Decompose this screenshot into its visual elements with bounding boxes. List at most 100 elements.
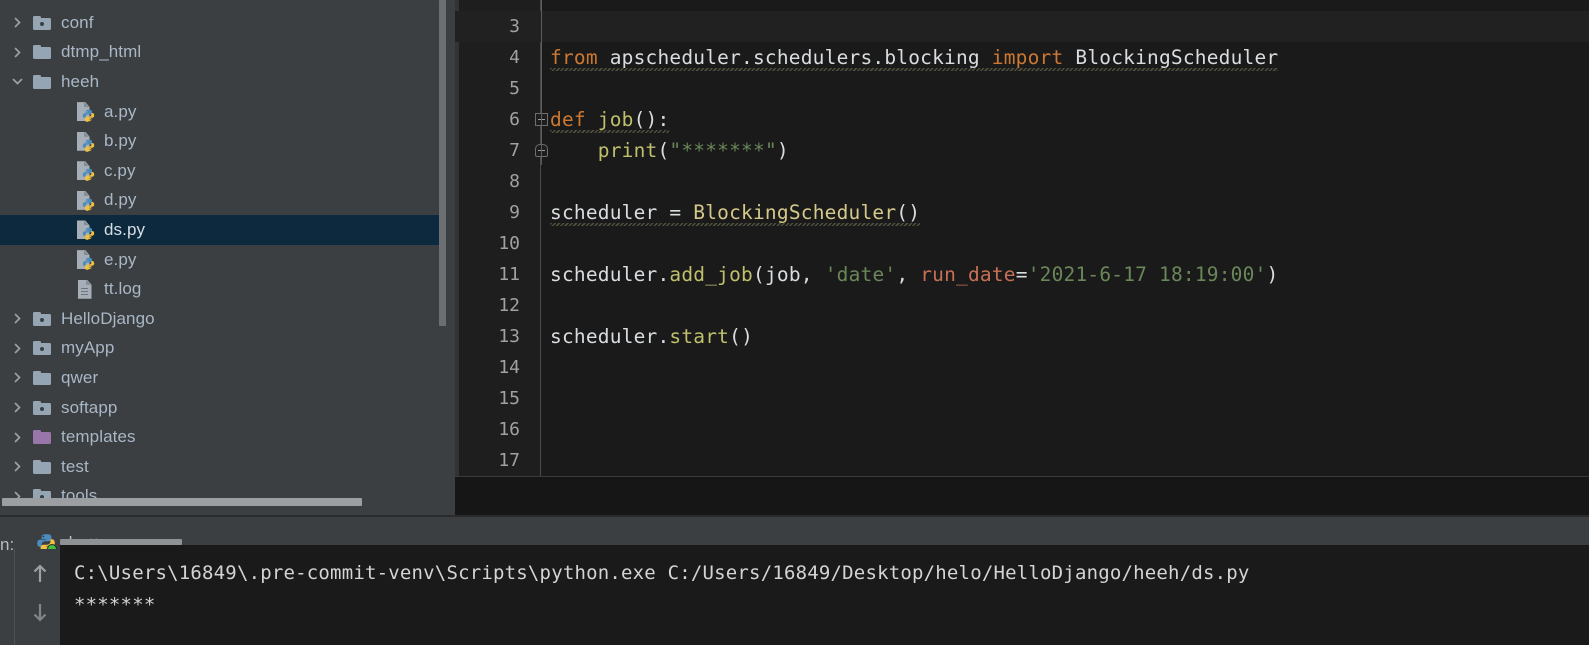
tree-item-icon (30, 74, 54, 89)
code-line-10[interactable]: 10 (455, 228, 1589, 259)
code-token: ) (776, 139, 789, 162)
tree-toggle[interactable] (4, 16, 30, 29)
tree-toggle[interactable] (4, 371, 30, 384)
code-line-17[interactable]: 17 (455, 445, 1589, 476)
code-line-3[interactable]: 3 (455, 11, 1589, 42)
tree-item-tools[interactable]: tools (0, 482, 455, 512)
tree-toggle[interactable] (4, 431, 30, 444)
python-file-icon (76, 220, 94, 241)
code-token: run_date (920, 263, 1016, 286)
code-token: () (729, 325, 754, 348)
tree-item-tt-log[interactable]: tt.log (0, 274, 455, 304)
scroll-up-icon[interactable] (28, 561, 52, 587)
code-line-16[interactable]: 16 (455, 414, 1589, 445)
tree-item-label: heeh (61, 71, 100, 91)
code-line-7[interactable]: 7 print("*******") (455, 135, 1589, 166)
code-line-4[interactable]: 4 from apscheduler.schedulers.blocking im… (455, 42, 1589, 73)
run-toolbar-separator (14, 549, 15, 645)
chevron-right-icon (14, 17, 21, 28)
folder-icon-templates (33, 430, 51, 445)
chevron-right-icon (14, 343, 21, 354)
sidebar-horizontal-scrollbar[interactable] (2, 498, 362, 506)
code-token: job (597, 108, 634, 131)
line-number: 15 (498, 388, 520, 409)
code-token: ) (1266, 263, 1279, 286)
inspection-squiggle (550, 68, 1279, 71)
line-number: 13 (498, 326, 520, 347)
code-token: = (669, 201, 694, 224)
chevron-right-icon (14, 47, 21, 58)
tree-toggle[interactable] (4, 401, 30, 414)
tree-item-d-py[interactable]: d.py (0, 186, 455, 216)
code-line-13[interactable]: 13 scheduler. start() (455, 321, 1589, 352)
tree-item-templates[interactable]: templates (0, 422, 455, 452)
tree-item-e-py[interactable]: e.py (0, 245, 455, 275)
log-file-icon (77, 279, 93, 299)
code-line-8[interactable]: 8 (455, 166, 1589, 197)
code-token: scheduler (550, 263, 658, 286)
code-token: "*******" (669, 139, 777, 162)
tree-toggle[interactable] (4, 342, 30, 355)
tree-item-qwer[interactable]: qwer (0, 363, 455, 393)
tree-item-a-py[interactable]: a.py (0, 97, 455, 127)
code-editor-panel[interactable]: 3 4 from apscheduler.schedulers.blocking i… (455, 0, 1589, 515)
tree-toggle[interactable] (4, 46, 30, 59)
tree-item-c-py[interactable]: c.py (0, 156, 455, 186)
tree-item-label: qwer (61, 367, 99, 387)
line-number: 4 (509, 47, 520, 68)
tree-item-myapp[interactable]: myApp (0, 334, 455, 364)
project-sidebar[interactable]: conf dtmp_htmlheeh a.py b.py c.py d.py ds.py e.… (0, 0, 455, 515)
tree-item-label: c.py (104, 160, 136, 180)
tree-toggle[interactable] (4, 312, 30, 325)
code-text: print("*******") (550, 135, 789, 166)
code-token: (): (633, 108, 670, 131)
tree-item-icon (73, 279, 97, 299)
code-token: scheduler (550, 201, 670, 224)
line-number: 11 (498, 264, 520, 285)
code-token: '2021-6-17 18:19:00' (1027, 263, 1267, 286)
module-folder-icon (33, 341, 51, 356)
code-line-11[interactable]: 11 scheduler. add_job(job, 'date', run_dat… (455, 259, 1589, 290)
tree-item-label: dtmp_html (61, 42, 142, 62)
line-number: 8 (509, 171, 520, 192)
tree-item-conf[interactable]: conf (0, 8, 455, 38)
tree-item-b-py[interactable]: b.py (0, 126, 455, 156)
tree-item-ds-py[interactable]: ds.py (0, 215, 455, 245)
line-number: 16 (498, 419, 520, 440)
editor-empty-area[interactable] (455, 477, 1589, 515)
scroll-down-icon[interactable] (28, 599, 52, 625)
tree-item-softapp[interactable]: softapp (0, 393, 455, 423)
code-line-5[interactable]: 5 (455, 73, 1589, 104)
code-text: scheduler = BlockingScheduler() (550, 197, 921, 228)
module-folder-icon (33, 400, 51, 415)
code-token: ( (753, 263, 765, 286)
tree-item-label: a.py (104, 101, 137, 121)
chevron-right-icon (14, 402, 21, 413)
code-token: = (1015, 263, 1028, 286)
tree-toggle[interactable] (4, 460, 30, 473)
tree-item-label: b.py (104, 131, 137, 151)
code-token: 'date' (824, 263, 897, 286)
module-folder-icon (33, 15, 51, 30)
code-line-12[interactable]: 12 (455, 290, 1589, 321)
code-line-6[interactable]: 6 def job (): (455, 104, 1589, 135)
line-number: 5 (509, 78, 520, 99)
tree-toggle[interactable] (4, 75, 30, 88)
tree-item-icon (73, 250, 97, 270)
console-output[interactable]: C:\Users\16849\.pre-commit-venv\Scripts\… (60, 545, 1589, 645)
tree-item-test[interactable]: test (0, 452, 455, 482)
tree-item-heeh[interactable]: heeh (0, 67, 455, 97)
code-text: scheduler. start() (550, 321, 753, 352)
line-number: 17 (498, 450, 520, 471)
tree-item-label: e.py (104, 249, 137, 269)
code-line-15[interactable]: 15 (455, 383, 1589, 414)
code-line-9[interactable]: 9 scheduler = BlockingScheduler() (455, 197, 1589, 228)
tree-item-hellodjango[interactable]: HelloDjango (0, 304, 455, 334)
code-line-14[interactable]: 14 (455, 352, 1589, 383)
tree-item-dtmp-html[interactable]: dtmp_html (0, 38, 455, 68)
folder-icon (33, 370, 51, 385)
line-number: 3 (509, 16, 520, 37)
code-text: scheduler. add_job(job, 'date', run_date =… (550, 259, 1278, 290)
code-area[interactable]: 3 4 from apscheduler.schedulers.blocking i… (455, 0, 1589, 476)
